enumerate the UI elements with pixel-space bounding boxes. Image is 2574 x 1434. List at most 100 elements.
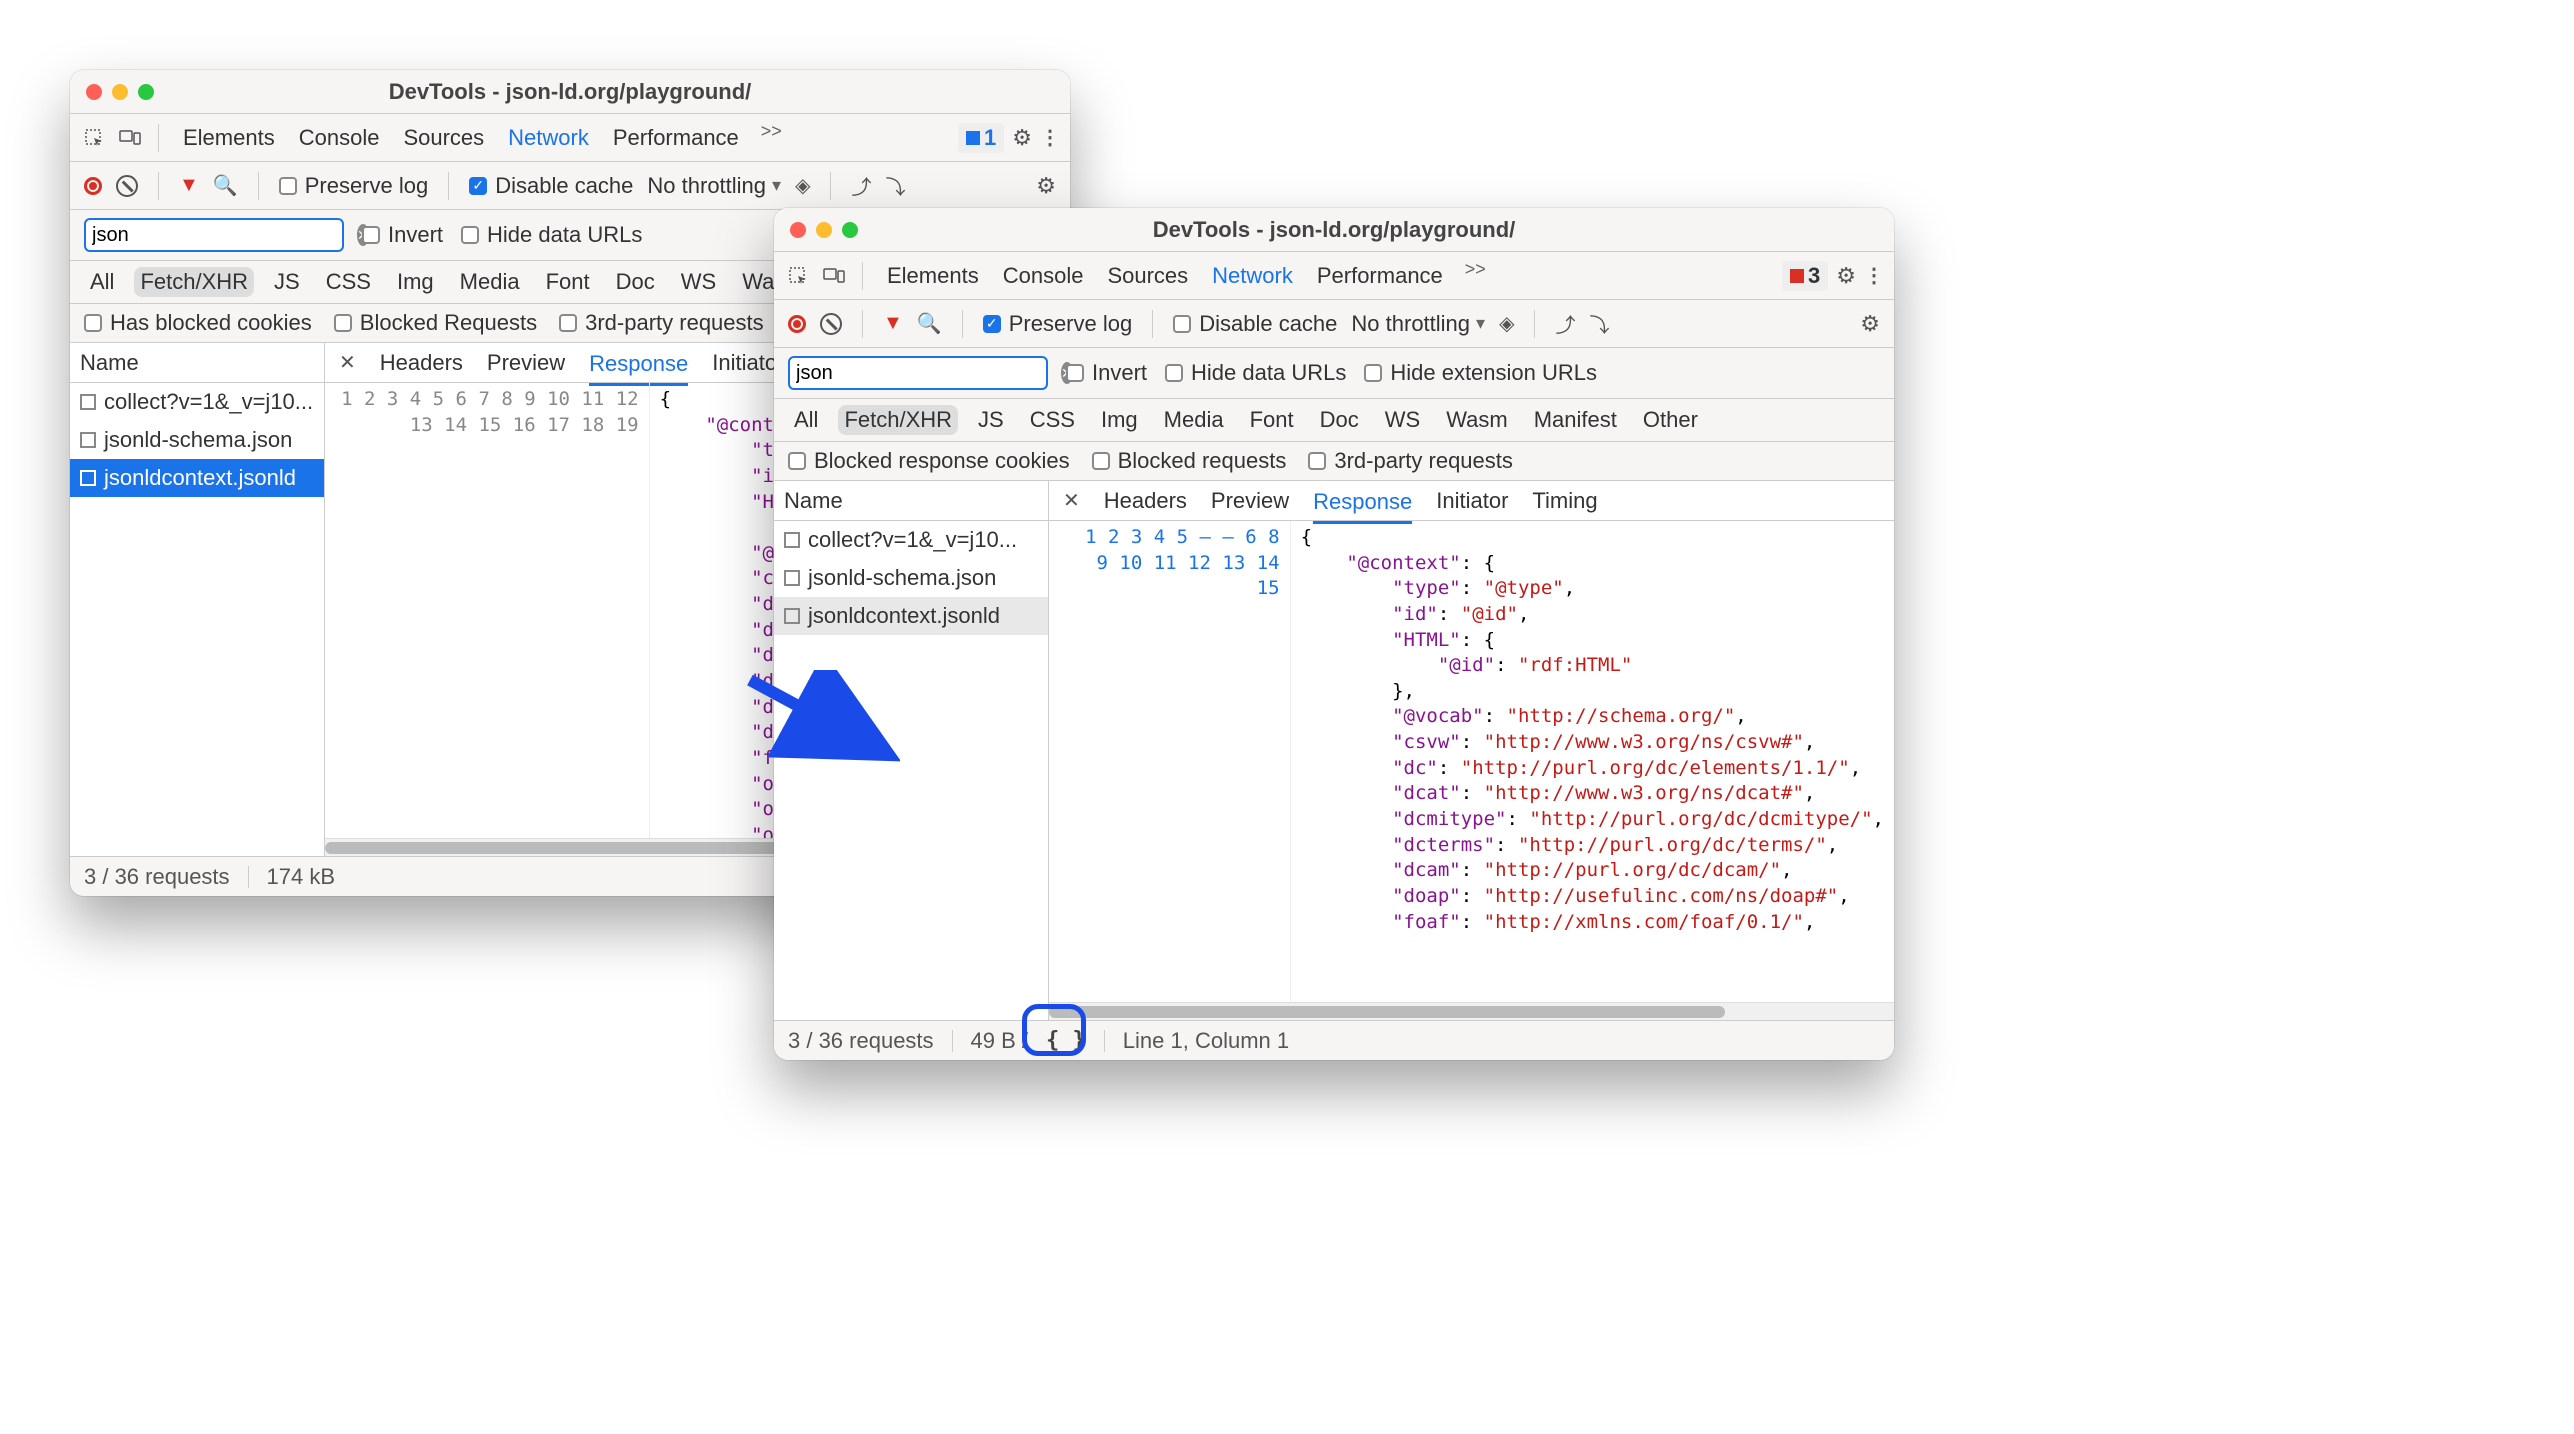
third-party-checkbox[interactable]: 3rd-party requests bbox=[559, 310, 764, 336]
h-scrollbar[interactable] bbox=[1049, 1002, 1894, 1020]
type-ws[interactable]: WS bbox=[1379, 405, 1426, 435]
device-icon[interactable] bbox=[116, 124, 144, 152]
filter-input[interactable]: ✕ bbox=[84, 218, 344, 252]
type-fetch-xhr[interactable]: Fetch/XHR bbox=[838, 405, 958, 435]
tab-headers[interactable]: Headers bbox=[1104, 484, 1187, 518]
invert-checkbox[interactable]: Invert bbox=[1066, 360, 1147, 386]
tab-initiator[interactable]: Initiato bbox=[712, 346, 777, 380]
type-font[interactable]: Font bbox=[540, 267, 596, 297]
type-other[interactable]: Other bbox=[1637, 405, 1704, 435]
network-settings-icon[interactable]: ⚙ bbox=[1860, 311, 1880, 337]
type-font[interactable]: Font bbox=[1244, 405, 1300, 435]
close-details-icon[interactable]: ✕ bbox=[339, 350, 356, 375]
request-row[interactable]: jsonldcontext.jsonld bbox=[70, 459, 324, 497]
type-manifest[interactable]: Manifest bbox=[1528, 405, 1623, 435]
tab-preview[interactable]: Preview bbox=[1211, 484, 1289, 518]
menu-icon[interactable]: ⋮ bbox=[1040, 125, 1060, 150]
search-icon[interactable]: 🔍 bbox=[917, 311, 942, 336]
network-settings-icon[interactable]: ⚙ bbox=[1036, 173, 1056, 199]
request-row[interactable]: collect?v=1&_v=j10... bbox=[70, 383, 324, 421]
type-doc[interactable]: Doc bbox=[610, 267, 661, 297]
device-icon[interactable] bbox=[820, 262, 848, 290]
request-row[interactable]: collect?v=1&_v=j10... bbox=[774, 521, 1048, 559]
filter-text[interactable] bbox=[92, 224, 357, 247]
request-row[interactable]: jsonld-schema.json bbox=[70, 421, 324, 459]
download-har-icon[interactable]: ⤵ bbox=[885, 171, 905, 200]
type-img[interactable]: Img bbox=[391, 267, 440, 297]
filter-icon[interactable]: ▼ bbox=[883, 312, 903, 335]
settings-icon[interactable]: ⚙ bbox=[1836, 263, 1856, 289]
name-column-header[interactable]: Name bbox=[70, 343, 324, 383]
record-icon[interactable] bbox=[788, 315, 806, 333]
blocked-cookies-checkbox[interactable]: Blocked response cookies bbox=[788, 448, 1070, 474]
more-tabs-icon[interactable]: >> bbox=[761, 121, 782, 155]
issues-badge[interactable]: 1 bbox=[958, 123, 1004, 153]
menu-icon[interactable]: ⋮ bbox=[1864, 263, 1884, 288]
tab-response[interactable]: Response bbox=[589, 347, 688, 386]
tab-initiator[interactable]: Initiator bbox=[1436, 484, 1508, 518]
errors-badge[interactable]: 3 bbox=[1782, 261, 1828, 291]
throttling-select[interactable]: No throttling▾ bbox=[647, 173, 781, 199]
invert-checkbox[interactable]: Invert bbox=[362, 222, 443, 248]
type-js[interactable]: JS bbox=[972, 405, 1010, 435]
tab-console[interactable]: Console bbox=[1001, 259, 1086, 293]
hide-ext-urls-checkbox[interactable]: Hide extension URLs bbox=[1364, 360, 1597, 386]
code-body[interactable]: { "@context": { "type": "@type", "id": "… bbox=[1291, 521, 1894, 1002]
search-icon[interactable]: 🔍 bbox=[213, 173, 238, 198]
type-doc[interactable]: Doc bbox=[1314, 405, 1365, 435]
inspect-icon[interactable] bbox=[784, 262, 812, 290]
type-fetch-xhr[interactable]: Fetch/XHR bbox=[134, 267, 254, 297]
network-conditions-icon[interactable]: ◈ bbox=[1499, 311, 1514, 336]
close-details-icon[interactable]: ✕ bbox=[1063, 488, 1080, 513]
network-conditions-icon[interactable]: ◈ bbox=[795, 173, 810, 198]
download-har-icon[interactable]: ⤵ bbox=[1589, 309, 1609, 338]
type-all[interactable]: All bbox=[788, 405, 824, 435]
type-all[interactable]: All bbox=[84, 267, 120, 297]
tab-performance[interactable]: Performance bbox=[611, 121, 741, 155]
disable-cache-checkbox[interactable]: Disable cache bbox=[1173, 311, 1337, 337]
type-img[interactable]: Img bbox=[1095, 405, 1144, 435]
clear-icon[interactable] bbox=[820, 313, 842, 335]
record-icon[interactable] bbox=[84, 177, 102, 195]
tab-sources[interactable]: Sources bbox=[1105, 259, 1190, 293]
hide-data-urls-checkbox[interactable]: Hide data URLs bbox=[461, 222, 642, 248]
tab-elements[interactable]: Elements bbox=[885, 259, 981, 293]
type-ws[interactable]: WS bbox=[675, 267, 722, 297]
type-media[interactable]: Media bbox=[1158, 405, 1230, 435]
blocked-cookies-checkbox[interactable]: Has blocked cookies bbox=[84, 310, 312, 336]
preserve-log-checkbox[interactable]: Preserve log bbox=[279, 173, 429, 199]
tab-preview[interactable]: Preview bbox=[487, 346, 565, 380]
pretty-print-button[interactable]: { } bbox=[1046, 1028, 1086, 1053]
tab-network[interactable]: Network bbox=[506, 121, 591, 165]
filter-icon[interactable]: ▼ bbox=[179, 174, 199, 197]
tab-elements[interactable]: Elements bbox=[181, 121, 277, 155]
upload-har-icon[interactable]: ⤴ bbox=[1555, 309, 1575, 338]
upload-har-icon[interactable]: ⤴ bbox=[851, 171, 871, 200]
tab-timing[interactable]: Timing bbox=[1532, 484, 1597, 518]
settings-icon[interactable]: ⚙ bbox=[1012, 125, 1032, 151]
clear-icon[interactable] bbox=[116, 175, 138, 197]
type-wasm[interactable]: Wasm bbox=[1440, 405, 1514, 435]
preserve-log-checkbox[interactable]: ✓Preserve log bbox=[983, 311, 1133, 337]
tab-console[interactable]: Console bbox=[297, 121, 382, 155]
tab-network[interactable]: Network bbox=[1210, 259, 1295, 303]
tab-performance[interactable]: Performance bbox=[1315, 259, 1445, 293]
third-party-checkbox[interactable]: 3rd-party requests bbox=[1308, 448, 1513, 474]
inspect-icon[interactable] bbox=[80, 124, 108, 152]
type-css[interactable]: CSS bbox=[320, 267, 377, 297]
more-tabs-icon[interactable]: >> bbox=[1465, 259, 1486, 293]
blocked-requests-checkbox[interactable]: Blocked requests bbox=[1092, 448, 1287, 474]
tab-sources[interactable]: Sources bbox=[401, 121, 486, 155]
filter-text[interactable] bbox=[796, 362, 1061, 385]
name-column-header[interactable]: Name bbox=[774, 481, 1048, 521]
filter-input[interactable]: ✕ bbox=[788, 356, 1048, 390]
hide-data-urls-checkbox[interactable]: Hide data URLs bbox=[1165, 360, 1346, 386]
tab-response[interactable]: Response bbox=[1313, 485, 1412, 524]
blocked-requests-checkbox[interactable]: Blocked Requests bbox=[334, 310, 537, 336]
throttling-select[interactable]: No throttling▾ bbox=[1351, 311, 1485, 337]
disable-cache-checkbox[interactable]: ✓Disable cache bbox=[469, 173, 633, 199]
request-row[interactable]: jsonld-schema.json bbox=[774, 559, 1048, 597]
type-media[interactable]: Media bbox=[454, 267, 526, 297]
tab-headers[interactable]: Headers bbox=[380, 346, 463, 380]
type-js[interactable]: JS bbox=[268, 267, 306, 297]
